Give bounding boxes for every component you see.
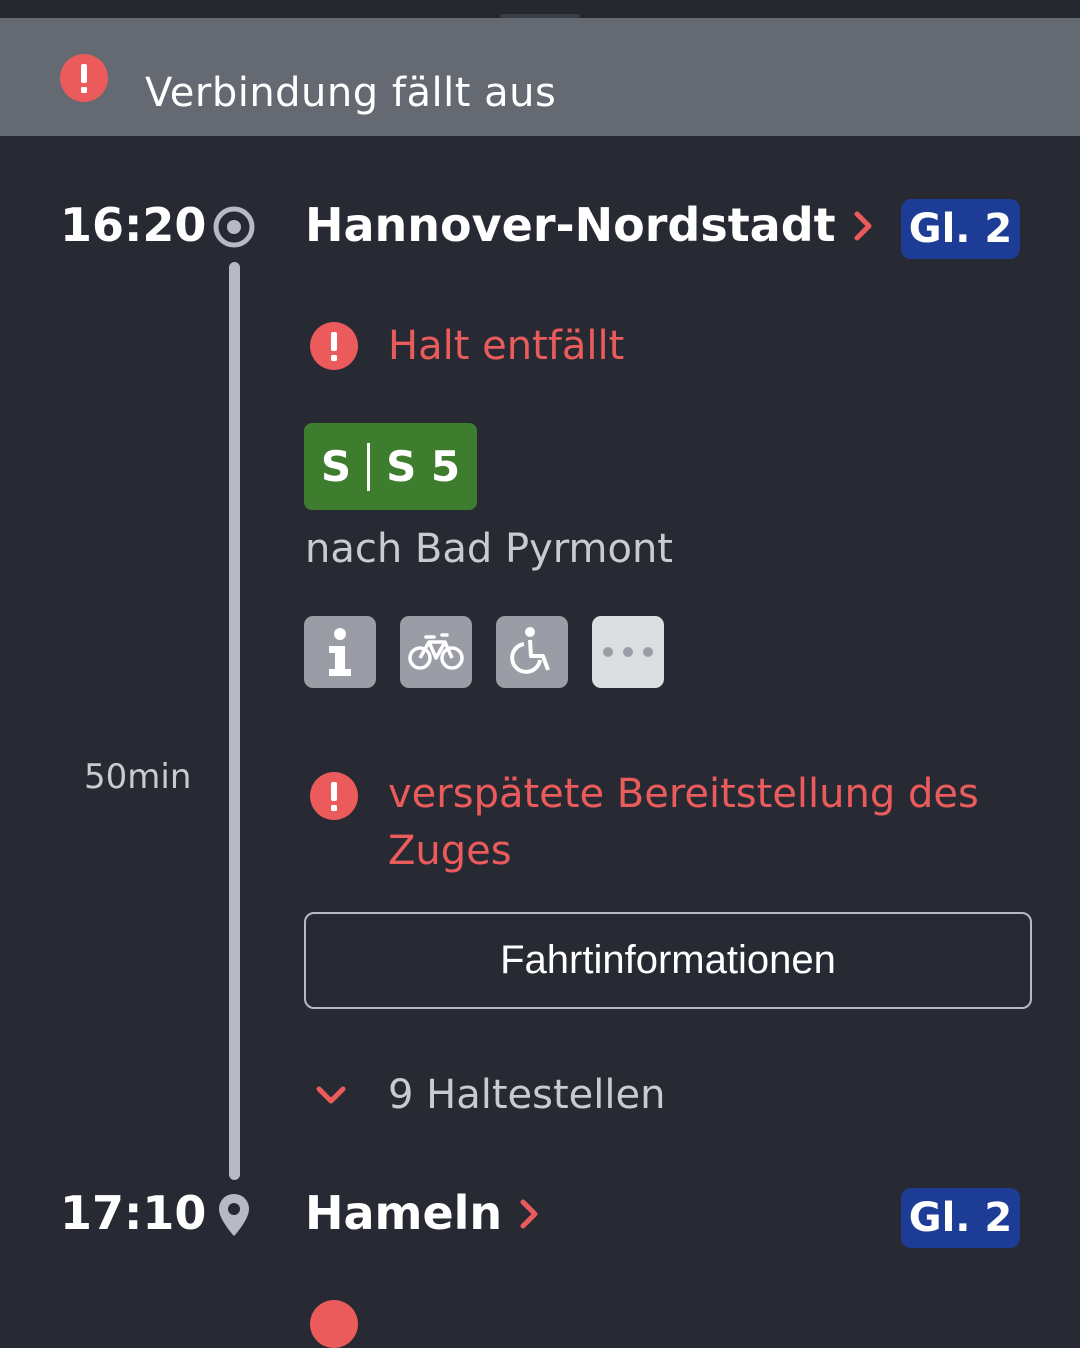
more-icon[interactable] <box>592 616 664 688</box>
bicycle-icon[interactable] <box>400 616 472 688</box>
line-number: S 5 <box>386 442 461 491</box>
location-pin-icon <box>216 1192 252 1242</box>
banner-text: Verbindung fällt aus <box>145 70 557 116</box>
origin-platform-badge: Gl. 2 <box>901 199 1020 259</box>
origin-station[interactable]: Hannover-Nordstadt <box>305 198 872 252</box>
line-badge: S S 5 <box>304 423 477 510</box>
arrival-time: 17:10 <box>60 1186 207 1240</box>
direction-text: nach Bad Pyrmont <box>305 526 673 572</box>
stop-cancelled-text: Halt entfällt <box>388 323 625 369</box>
destination-station[interactable]: Hameln <box>305 1186 538 1240</box>
chevron-right-icon <box>854 198 872 252</box>
departure-time: 16:20 <box>60 198 207 252</box>
origin-station-name: Hannover-Nordstadt <box>305 198 836 252</box>
travel-duration: 50min <box>84 757 192 797</box>
line-product: S <box>320 442 352 491</box>
alert-icon <box>310 772 358 824</box>
line-separator <box>367 442 371 491</box>
destination-platform-badge: Gl. 2 <box>901 1188 1020 1248</box>
info-icon[interactable] <box>304 616 376 688</box>
delay-message-line-1: verspätete Bereitstellung des <box>388 771 979 817</box>
top-strip <box>0 0 1080 18</box>
cancellation-banner: Verbindung fällt aus <box>0 18 1080 136</box>
alert-icon <box>310 322 358 374</box>
timeline-line <box>229 262 240 1180</box>
chevron-right-icon <box>520 1186 538 1240</box>
chevron-down-icon <box>315 1084 347 1110</box>
alert-icon <box>310 1300 358 1348</box>
delay-message-line-2: Zuges <box>388 828 512 874</box>
destination-station-name: Hameln <box>305 1186 503 1240</box>
trip-info-button[interactable]: Fahrtinformationen <box>304 912 1032 1009</box>
wheelchair-icon[interactable] <box>496 616 568 688</box>
alert-icon <box>60 54 108 106</box>
stops-count: 9 Haltestellen <box>388 1072 666 1118</box>
delay-message: verspätete Bereitstellung des Zuges <box>388 766 1028 880</box>
origin-circle-icon <box>212 205 256 253</box>
